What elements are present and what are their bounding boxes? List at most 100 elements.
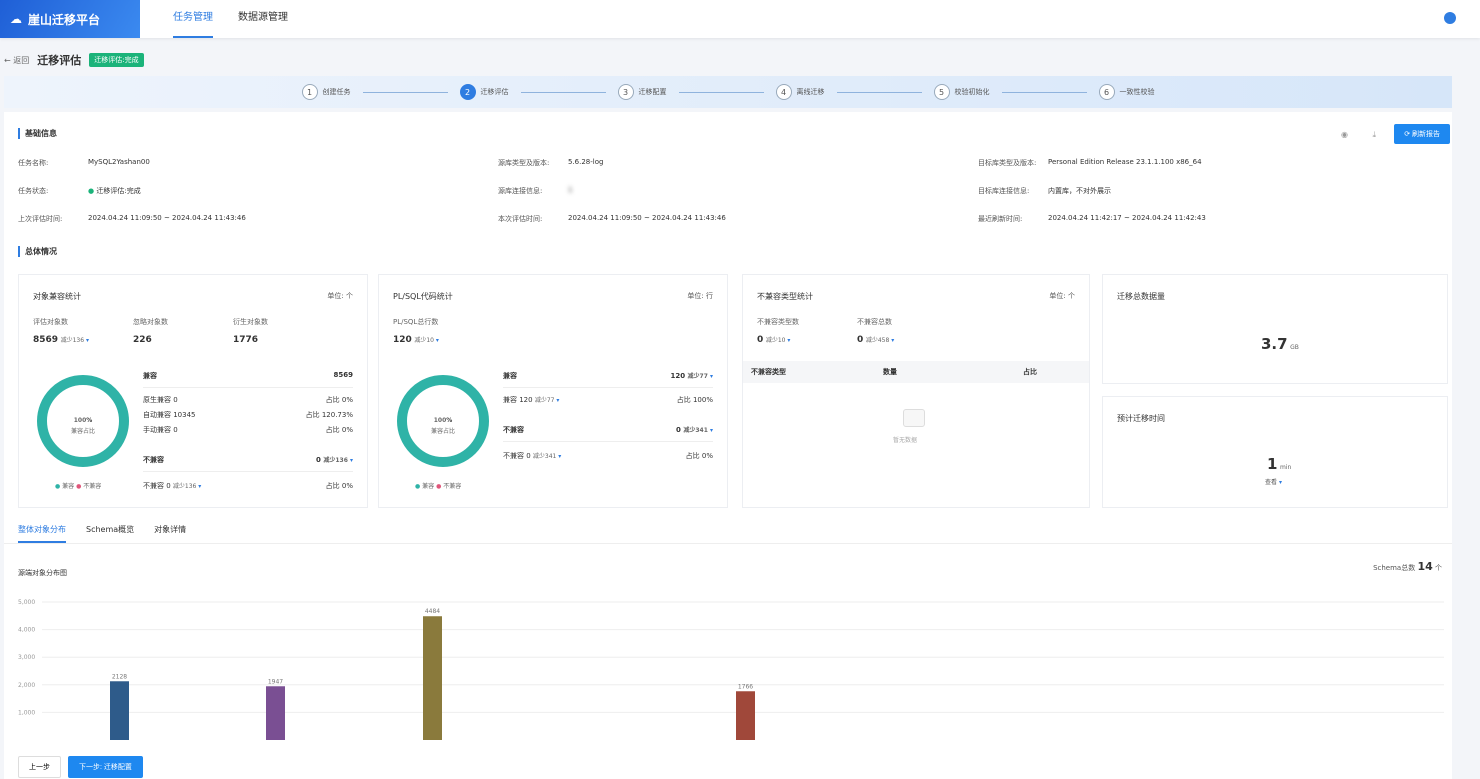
- section-overview: 总体情况: [18, 246, 57, 257]
- pct-unit: %: [86, 416, 93, 424]
- caret-down-icon[interactable]: ▾: [710, 427, 713, 434]
- step-connector: [520, 91, 606, 93]
- caret-down-icon[interactable]: ▾: [436, 337, 439, 344]
- info-item: 目标库类型及版本: Personal Edition Release 23.1.1…: [978, 158, 1202, 168]
- info-item: 目标库连接信息: 内置库，不对外展示: [978, 186, 1111, 196]
- bar: [266, 686, 285, 740]
- total-count-decrease: 减少458: [865, 337, 890, 344]
- data-size-card: 迁移总数据量 3.7 GB: [1102, 274, 1448, 384]
- pct-value: 100: [433, 416, 447, 424]
- prev-step-button[interactable]: 上一步: [18, 756, 61, 778]
- est-time-sub: 查看: [1265, 479, 1278, 486]
- caret-down-icon[interactable]: ▾: [787, 337, 790, 344]
- caret-down-icon[interactable]: ▾: [198, 483, 201, 490]
- bar-value-label: 2128: [112, 673, 127, 680]
- caret-down-icon[interactable]: ▾: [556, 397, 559, 404]
- y-tick-label: 4,000: [18, 627, 35, 634]
- est-time-dropdown[interactable]: 查看 ▾: [1265, 477, 1282, 486]
- auto-compat: 自动兼容 10345: [143, 411, 196, 419]
- step-number: 5: [933, 84, 950, 100]
- caret-down-icon[interactable]: ▾: [710, 373, 713, 380]
- card-unit: 单位: 个: [327, 292, 353, 300]
- schema-total-label: Schema总数: [1373, 564, 1416, 572]
- caret-down-icon[interactable]: ▾: [891, 337, 894, 344]
- schema-total-unit: 个: [1435, 564, 1442, 572]
- pct-label: 兼容占比: [430, 427, 455, 435]
- type-count-decrease: 减少10: [765, 337, 786, 344]
- step-6: 6 一致性校验: [1098, 84, 1155, 100]
- eye-icon[interactable]: ◉: [1341, 130, 1348, 139]
- tab-overall-distribution[interactable]: 整体对象分布: [18, 524, 66, 543]
- est-time-unit: min: [1279, 464, 1292, 471]
- step-label: 离线迁移: [796, 88, 825, 96]
- card-title: 迁移总数据量: [1117, 292, 1165, 301]
- tab-schema-overview[interactable]: Schema概览: [86, 524, 134, 543]
- caret-down-icon[interactable]: ▾: [558, 453, 561, 460]
- status-badge: 迁移评估:完成: [89, 53, 144, 67]
- y-tick-label: 3,000: [18, 654, 35, 661]
- incompat-decrease: 减少341: [683, 427, 708, 434]
- info-value: MySQL2Yashan00: [88, 158, 150, 166]
- caret-down-icon[interactable]: ▾: [86, 337, 89, 344]
- y-tick-label: 5,000: [18, 599, 35, 606]
- step-2: 2 迁移评估: [459, 84, 509, 100]
- info-label: 源库类型及版本:: [498, 159, 550, 167]
- step-number: 6: [1098, 84, 1115, 100]
- bar: [423, 616, 442, 740]
- nav-datasource-management[interactable]: 数据源管理: [238, 0, 288, 38]
- ignore-label: 忽略对象数: [133, 318, 168, 326]
- data-size-value: 3.7: [1261, 335, 1288, 353]
- col-pct: 占比: [1023, 368, 1037, 376]
- compat-pct: 占比 100%: [676, 396, 713, 404]
- info-item: 任务名称: MySQL2Yashan00: [18, 158, 150, 168]
- incompat-label: 不兼容: [143, 456, 164, 464]
- brand-name: 崖山迁移平台: [28, 12, 101, 27]
- info-item: 源库连接信息: 1: [498, 186, 572, 196]
- empty-box-icon: [903, 409, 925, 427]
- step-number: 1: [301, 84, 318, 100]
- detail-tabs: 整体对象分布 Schema概览 对象详情: [18, 524, 186, 543]
- object-distribution-chart: 1,000 2,000 3,000 4,000 5,000 2128 1947 4484 176…: [18, 599, 1444, 740]
- eval-label: 评估对象数: [33, 318, 68, 326]
- info-label: 目标库类型及版本:: [978, 159, 1037, 167]
- incompat-decrease: 减少136: [323, 457, 348, 464]
- nav-task-management[interactable]: 任务管理: [173, 0, 213, 38]
- user-avatar[interactable]: [1444, 12, 1456, 24]
- compat-row: 兼容 120: [503, 396, 533, 404]
- object-compat-card: 对象兼容统计 单位: 个 评估对象数 8569 减少136 ▾ 忽略对象数 226 …: [18, 274, 368, 508]
- brand-logo[interactable]: ☁ 崖山迁移平台: [0, 0, 140, 38]
- info-item: 源库类型及版本: 5.6.28-log: [498, 158, 603, 168]
- info-item: 任务状态: ● 迁移评估:完成: [18, 186, 141, 196]
- card-unit: 单位: 行: [687, 292, 713, 300]
- manual-pct: 占比 0%: [325, 426, 353, 434]
- pct-value: 100: [73, 416, 87, 424]
- legend-incompat: 不兼容: [83, 483, 102, 490]
- compat-label: 兼容: [503, 372, 517, 380]
- card-title: 预计迁移时间: [1117, 414, 1165, 423]
- bar-value-label: 1947: [268, 678, 283, 685]
- step-3: 3 迁移配置: [617, 84, 667, 100]
- step-number: 4: [775, 84, 792, 100]
- info-value: 2024.04.24 11:09:50 ~ 2024.04.24 11:43:4…: [568, 214, 726, 222]
- step-label: 迁移配置: [638, 88, 667, 96]
- download-icon[interactable]: ⤓: [1372, 130, 1376, 140]
- plsql-total: 120: [393, 335, 412, 345]
- compat-row-decrease: 减少77: [534, 397, 555, 404]
- legend-incompat: 不兼容: [443, 483, 462, 490]
- next-step-button[interactable]: 下一步: 迁移配置: [68, 756, 143, 778]
- plsql-card: PL/SQL代码统计 单位: 行 PL/SQL总行数 120 减少10 ▾ 100…: [378, 274, 728, 508]
- page-title: 迁移评估: [37, 54, 82, 67]
- caret-down-icon[interactable]: ▾: [350, 457, 353, 464]
- back-link[interactable]: ← 返回: [4, 55, 29, 66]
- refresh-report-button[interactable]: ⟳ 刷新报告: [1394, 124, 1450, 144]
- incompat-pct: 占比 0%: [325, 482, 353, 490]
- incompat-row-decrease: 减少136: [172, 483, 197, 490]
- data-size-unit: GB: [1290, 344, 1299, 351]
- tab-object-details[interactable]: 对象详情: [154, 524, 186, 543]
- incompat-label: 不兼容: [503, 426, 524, 434]
- bar: [736, 691, 755, 740]
- derived-label: 衍生对象数: [233, 318, 268, 326]
- step-number: 3: [617, 84, 634, 100]
- est-time-card: 预计迁移时间 1 min 查看 ▾: [1102, 396, 1448, 508]
- card-title: 对象兼容统计: [33, 292, 81, 301]
